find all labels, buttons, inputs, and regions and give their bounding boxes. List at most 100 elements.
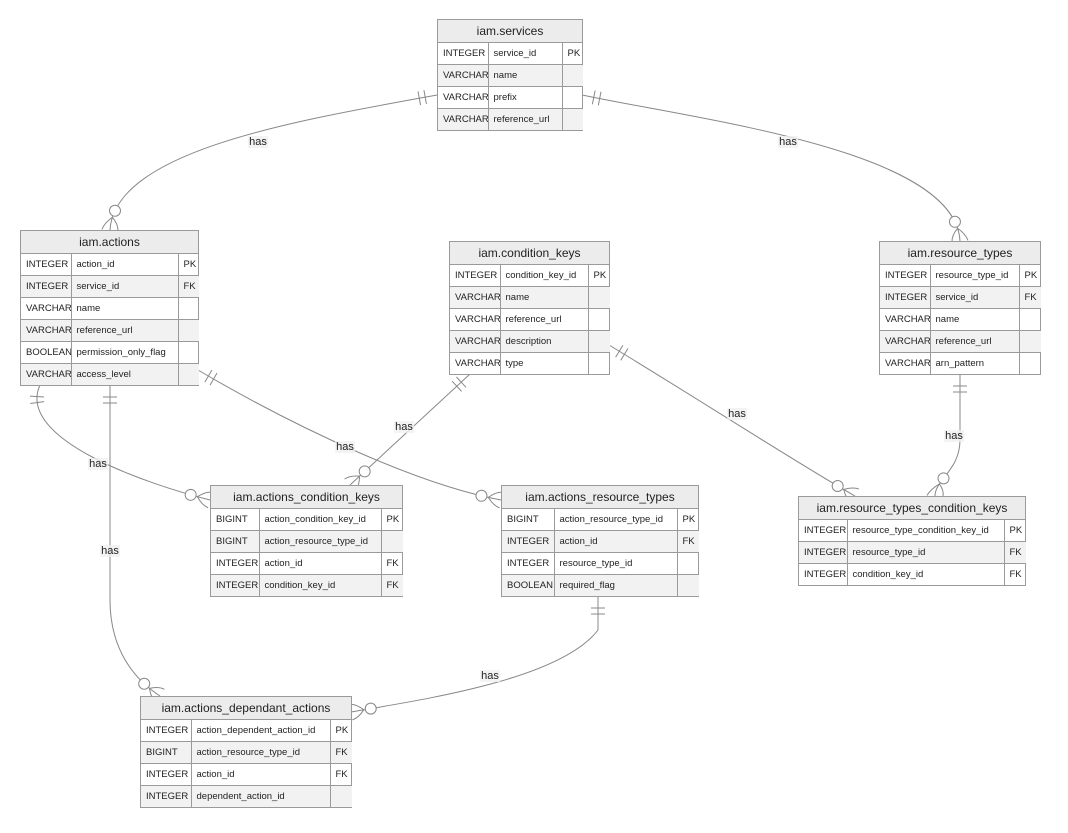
attribute-name: reference_url: [70, 319, 178, 342]
attribute-name: resource_type_condition_key_id: [846, 520, 1004, 542]
one-marker-tick: [204, 369, 213, 383]
attribute-row: INTEGER action_id FK: [211, 552, 403, 575]
zero-marker-circle: [138, 677, 151, 690]
attribute-row: VARCHAR name: [450, 286, 610, 309]
attribute-row: BOOLEAN permission_only_flag: [21, 341, 199, 364]
attribute-type: VARCHAR: [21, 297, 71, 320]
relationship-label: has: [727, 408, 747, 420]
attribute-name: name: [499, 286, 588, 309]
attribute-type: INTEGER: [455, 270, 498, 281]
attribute-key: [587, 352, 610, 374]
attribute-row: VARCHAR name: [21, 297, 199, 320]
attribute-type: INTEGER: [885, 270, 928, 281]
attribute-name: required_flag: [553, 574, 677, 596]
zero-marker-circle: [948, 215, 961, 228]
relationship-line: [36, 384, 211, 501]
entity-actions-condition-keys: iam.actions_condition_keys BIGINT action…: [210, 485, 403, 597]
one-marker-tick: [209, 372, 218, 386]
attribute-key: PK: [1003, 520, 1026, 542]
attribute-name: action_id: [190, 763, 330, 786]
attribute-type: INTEGER: [443, 48, 486, 59]
zero-marker-circle: [108, 204, 121, 217]
attribute-key: [1018, 330, 1041, 353]
relationship-label: has: [248, 136, 268, 148]
attribute-name: action_id: [70, 254, 178, 276]
attribute-key: [1018, 308, 1041, 331]
attribute-name: arn_pattern: [929, 352, 1019, 374]
attribute-type: BOOLEAN: [502, 574, 554, 596]
attribute-name: dependent_action_id: [190, 785, 330, 807]
attribute-row: INTEGER service_id FK: [21, 275, 199, 298]
attribute-name: resource_type_id: [553, 552, 677, 575]
attribute-name: resource_type_id: [846, 541, 1004, 564]
attribute-name: action_condition_key_id: [258, 509, 381, 531]
attribute-key: FK: [1003, 563, 1026, 585]
zero-marker-circle: [184, 488, 197, 501]
one-marker-tick: [620, 348, 629, 361]
attribute-name: reference_url: [929, 330, 1019, 353]
attribute-key: PK: [676, 509, 699, 531]
attribute-type: INTEGER: [211, 574, 259, 596]
relationship-line: [109, 94, 438, 231]
attribute-row: VARCHAR reference_url: [438, 108, 583, 130]
attribute-type: INTEGER: [799, 563, 847, 585]
attribute-row: BIGINT action_resource_type_id PK: [502, 509, 699, 531]
attribute-key: [561, 86, 583, 109]
attribute-name: access_level: [70, 363, 178, 385]
attribute-row: INTEGER action_id FK: [502, 530, 699, 553]
attribute-key: [1018, 352, 1041, 374]
zero-marker-circle: [831, 480, 844, 493]
attribute-row: INTEGER resource_type_id FK: [799, 541, 1026, 564]
attribute-key: [177, 341, 199, 364]
attribute-type: VARCHAR: [450, 352, 500, 374]
attribute-row: INTEGER dependent_action_id: [141, 785, 352, 807]
attribute-type: VARCHAR: [21, 363, 71, 385]
attribute-row: INTEGER condition_key_id PK: [450, 265, 610, 287]
attribute-key: FK: [329, 763, 352, 786]
attribute-type: BIGINT: [507, 514, 539, 525]
attribute-row: VARCHAR access_level: [21, 363, 199, 385]
attribute-row: INTEGER resource_type_condition_key_id P…: [799, 520, 1026, 542]
attribute-name: condition_key_id: [499, 265, 588, 287]
attribute-name: action_resource_type_id: [190, 741, 330, 764]
relationship-label: has: [88, 458, 108, 470]
attribute-name: description: [499, 330, 588, 353]
relationship-label: has: [394, 421, 414, 433]
attribute-type: VARCHAR: [21, 319, 71, 342]
attribute-key: PK: [1018, 265, 1041, 287]
relationship-line: [608, 344, 856, 497]
attribute-type: INTEGER: [502, 552, 554, 575]
attribute-row: BOOLEAN required_flag: [502, 574, 699, 596]
zero-marker-circle: [475, 489, 488, 502]
attribute-type: BIGINT: [141, 741, 191, 764]
attribute-key: [329, 785, 352, 807]
crowfoot-marker: [938, 483, 944, 497]
relationship-label: has: [944, 430, 964, 442]
attribute-type: INTEGER: [141, 785, 191, 807]
attribute-row: VARCHAR type: [450, 352, 610, 374]
entity-title: iam.resource_types_condition_keys: [799, 497, 1025, 520]
one-marker-tick: [615, 344, 624, 358]
attribute-row: INTEGER action_id FK: [141, 763, 352, 786]
attribute-type: INTEGER: [26, 259, 69, 270]
attribute-name: service_id: [929, 286, 1019, 309]
attribute-name: condition_key_id: [846, 563, 1004, 585]
attribute-type: VARCHAR: [450, 330, 500, 353]
relationship-label: has: [335, 441, 355, 453]
attribute-type: BOOLEAN: [21, 341, 71, 364]
zero-marker-circle: [358, 465, 371, 478]
attribute-key: FK: [380, 552, 403, 575]
attribute-row: INTEGER action_dependent_action_id PK: [141, 720, 352, 742]
entity-title: iam.actions_dependant_actions: [141, 697, 351, 720]
attribute-key: PK: [380, 509, 403, 531]
attribute-row: VARCHAR reference_url: [21, 319, 199, 342]
entity-title: iam.services: [438, 20, 582, 43]
attribute-key: [676, 574, 699, 596]
attribute-type: VARCHAR: [880, 308, 930, 331]
relationship-line: [109, 385, 161, 697]
attribute-name: service_id: [487, 43, 562, 65]
attribute-key: [380, 530, 403, 553]
attribute-name: name: [487, 64, 562, 87]
attribute-name: permission_only_flag: [70, 341, 178, 364]
entity-actions: iam.actions INTEGER action_id PK INTEGER…: [20, 230, 199, 386]
